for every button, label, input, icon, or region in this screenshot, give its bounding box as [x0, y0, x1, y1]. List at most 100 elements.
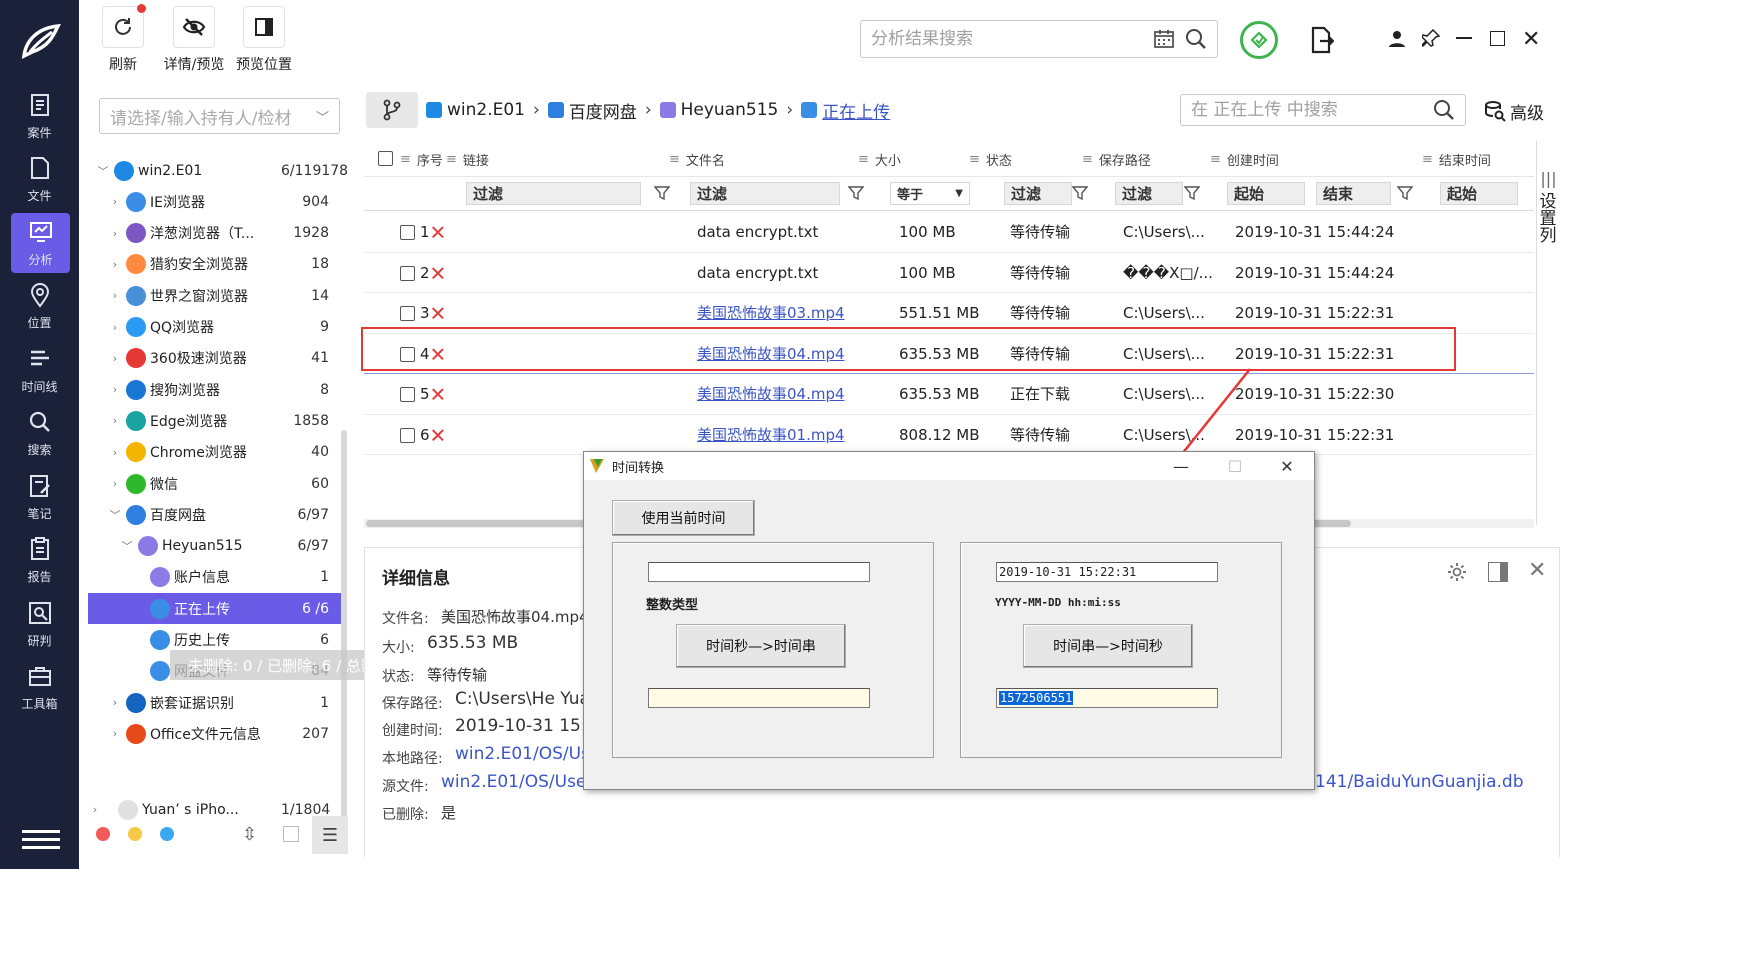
string-to-seconds-button[interactable]: 时间串—>时间秒: [1023, 624, 1193, 668]
chevron-right-icon[interactable]: ›: [108, 477, 122, 490]
chevron-right-icon[interactable]: ›: [108, 352, 122, 365]
chevron-down-icon[interactable]: ﹀: [120, 538, 134, 554]
nav-item-1[interactable]: 案件: [0, 86, 79, 146]
column-header[interactable]: ≡ 序号: [400, 141, 443, 177]
nav-item-9[interactable]: 研判: [0, 594, 79, 654]
column-header[interactable]: ≡ 保存路径: [1082, 141, 1151, 177]
chevron-right-icon[interactable]: ›: [108, 227, 122, 240]
filter-input[interactable]: 起始: [1227, 182, 1305, 205]
column-header[interactable]: ≡ 创建时间: [1210, 141, 1279, 177]
minimize-icon[interactable]: [1456, 37, 1472, 39]
advanced-search-button[interactable]: 高级: [1484, 98, 1544, 124]
funnel-icon[interactable]: [1396, 185, 1414, 201]
tree-item[interactable]: › 嵌套证据识别 1: [88, 687, 341, 718]
chevron-right-icon[interactable]: ›: [108, 727, 122, 740]
nav-item-5[interactable]: 时间线: [0, 340, 79, 400]
nav-item-4[interactable]: 位置: [0, 277, 79, 337]
chevron-right-icon[interactable]: ›: [108, 321, 122, 334]
table-row[interactable]: 6✕ 美国恐怖故事01.mp4 808.12 MB 等待传输 C:\Users\... 2…: [364, 415, 1534, 455]
row-checkbox[interactable]: [400, 265, 415, 281]
breadcrumb-item[interactable]: Heyuan515: [681, 100, 779, 120]
row-checkbox[interactable]: [400, 225, 415, 240]
tree-item[interactable]: › 猎豹安全浏览器 18: [88, 249, 341, 280]
string-output[interactable]: [648, 688, 870, 708]
analysis-search-box[interactable]: [860, 20, 1218, 58]
column-header[interactable]: ≡ 状态: [969, 141, 1012, 177]
nav-item-3[interactable]: 分析: [11, 213, 70, 273]
column-header[interactable]: ≡ 链接: [446, 141, 489, 177]
shield-status-icon[interactable]: [1240, 21, 1278, 59]
nav-item-2[interactable]: 文件: [0, 150, 79, 210]
tree-item[interactable]: 正在上传 6 /6: [88, 593, 341, 625]
branch-icon[interactable]: [366, 92, 418, 128]
chevron-right-icon[interactable]: ›: [108, 195, 122, 208]
chevron-right-icon[interactable]: ›: [108, 258, 122, 271]
tree-item[interactable]: › Office文件元信息 207: [88, 718, 341, 749]
filter-input[interactable]: 过滤: [1115, 182, 1183, 205]
grid-view-icon[interactable]: [283, 826, 299, 842]
tree-scrollbar[interactable]: [341, 430, 347, 820]
owner-selector[interactable]: 请选择/输入持有人/检材 ﹀: [99, 98, 340, 134]
tree-item[interactable]: › 世界之窗浏览器 14: [88, 280, 341, 311]
menu-icon[interactable]: [22, 830, 60, 849]
filter-input[interactable]: 结束: [1316, 182, 1391, 205]
breadcrumb-item[interactable]: win2.E01: [447, 100, 525, 120]
table-search-box[interactable]: [1180, 94, 1466, 126]
nav-item-8[interactable]: 报告: [0, 531, 79, 591]
seconds-output[interactable]: 1572506551: [996, 688, 1218, 708]
row-checkbox[interactable]: [400, 387, 415, 402]
seconds-to-string-button[interactable]: 时间秒—>时间串: [676, 624, 846, 668]
funnel-icon[interactable]: [653, 185, 671, 201]
chevron-right-icon[interactable]: ›: [108, 414, 122, 427]
search-icon[interactable]: [1433, 99, 1455, 121]
detail-preview-button[interactable]: 详情/预览: [158, 6, 230, 78]
nav-item-7[interactable]: 笔记: [0, 467, 79, 527]
tree-item[interactable]: 账户信息 1: [88, 562, 341, 593]
yellow-dot-icon[interactable]: [128, 827, 142, 841]
nav-item-10[interactable]: 工具箱: [0, 658, 79, 718]
row-checkbox[interactable]: [400, 306, 415, 321]
tree-item[interactable]: › 360极速浏览器 41: [88, 343, 341, 374]
panel-layout-icon[interactable]: [1488, 562, 1508, 582]
use-current-time-button[interactable]: 使用当前时间: [612, 500, 755, 536]
table-row[interactable]: 1✕ data encrypt.txt 100 MB 等待传输 C:\Users\...…: [364, 212, 1534, 253]
list-view-icon[interactable]: ☰: [312, 816, 348, 854]
tree-item[interactable]: › 微信 60: [88, 468, 341, 499]
table-row[interactable]: 5✕ 美国恐怖故事04.mp4 635.53 MB 正在下载 C:\Users\... 2…: [364, 374, 1534, 415]
nav-item-6[interactable]: 搜索: [0, 404, 79, 464]
tree-item[interactable]: ﹀ Heyuan515 6/97: [88, 531, 341, 562]
collapse-all-icon[interactable]: ⇳: [242, 824, 257, 845]
pin-icon[interactable]: [1420, 28, 1441, 51]
filter-input[interactable]: 等于 ▼: [890, 182, 970, 205]
tree-item[interactable]: › Edge浏览器 1858: [88, 405, 341, 436]
settings-column-panel[interactable]: ||| 设置列: [1536, 141, 1560, 525]
funnel-icon[interactable]: [1071, 185, 1089, 201]
tree-item[interactable]: › IE浏览器 904: [88, 186, 341, 217]
search-icon[interactable]: [1185, 28, 1207, 50]
chevron-right-icon[interactable]: ›: [108, 383, 122, 396]
tree-item[interactable]: › QQ浏览器 9: [88, 312, 341, 343]
source-file-tail[interactable]: 141/BaiduYunGuanjia.db: [1315, 772, 1524, 792]
tree-item[interactable]: ﹀ 百度网盘 6/97: [88, 499, 341, 530]
analysis-search-input[interactable]: [871, 29, 1153, 49]
filter-input[interactable]: 过滤: [466, 182, 641, 205]
tree-item[interactable]: › Chrome浏览器 40: [88, 437, 341, 468]
preview-position-button[interactable]: 预览位置: [232, 6, 296, 78]
filter-input[interactable]: 过滤: [1004, 182, 1072, 205]
filename-cell[interactable]: 美国恐怖故事04.mp4: [697, 374, 845, 414]
column-header[interactable]: ≡ 大小: [858, 141, 901, 177]
filter-input[interactable]: 起始: [1440, 182, 1518, 205]
table-row[interactable]: 2✕ data encrypt.txt 100 MB 等待传输 ���X□/... 201…: [364, 253, 1534, 293]
blue-dot-icon[interactable]: [160, 827, 174, 841]
table-search-input[interactable]: [1191, 100, 1433, 120]
filter-input[interactable]: 过滤: [690, 182, 840, 205]
seconds-input[interactable]: [648, 562, 870, 582]
breadcrumb-item[interactable]: 百度网盘: [569, 98, 637, 123]
red-dot-icon[interactable]: [96, 827, 110, 841]
filename-cell[interactable]: 美国恐怖故事01.mp4: [697, 415, 845, 455]
column-header[interactable]: ≡ 文件名: [669, 141, 725, 177]
chevron-right-icon[interactable]: ›: [108, 696, 122, 709]
close-details-icon[interactable]: ✕: [1528, 558, 1546, 583]
row-checkbox[interactable]: [400, 427, 415, 443]
calendar-icon[interactable]: [1153, 28, 1175, 50]
